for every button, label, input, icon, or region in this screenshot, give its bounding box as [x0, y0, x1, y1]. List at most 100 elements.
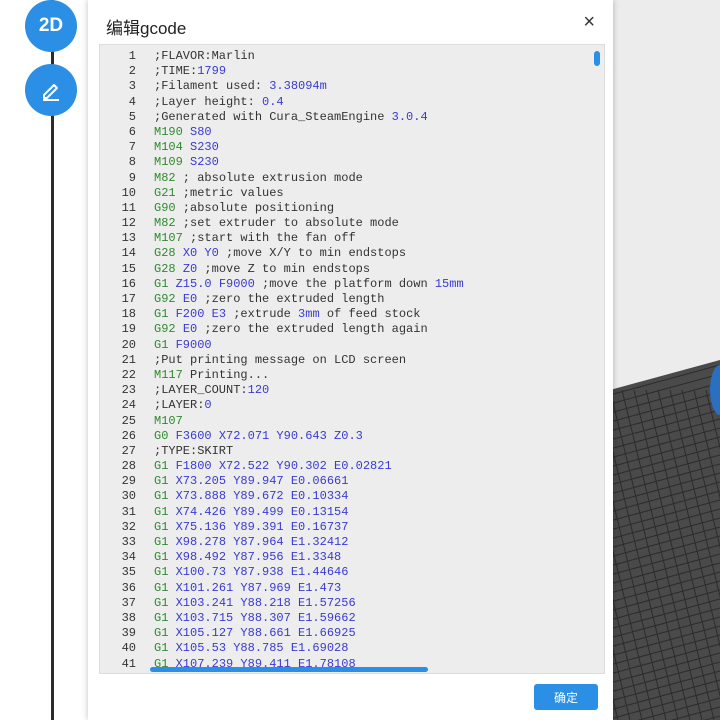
code-text: G1 X105.127 Y88.661 E1.66925	[154, 626, 356, 641]
code-token: ;TYPE:SKIRT	[154, 443, 234, 458]
code-token: M107	[154, 231, 183, 246]
line-number: 25	[121, 413, 136, 428]
code-line[interactable]: 17 G92 E0 ;zero the extruded length	[100, 292, 590, 307]
3d-viewport[interactable]	[610, 0, 720, 720]
code-token: ;Put printing message on LCD screen	[154, 352, 407, 367]
code-text: G1 F200 E3 ;extrude 3mm of feed stock	[154, 307, 420, 322]
code-token: G1	[154, 641, 176, 656]
close-button[interactable]: ×	[583, 11, 595, 34]
code-token: ;absolute positioning	[175, 200, 335, 215]
line-number: 37	[121, 595, 136, 610]
line-number: 10	[121, 185, 136, 200]
code-line[interactable]: 32 G1 X75.136 Y89.391 E0.16737	[100, 520, 590, 535]
edit-gcode-button[interactable]	[25, 64, 77, 116]
code-line[interactable]: 2 ;TIME:1799	[100, 64, 590, 79]
code-line[interactable]: 8 M109 S230	[100, 155, 590, 170]
code-line[interactable]: 18 G1 F200 E3 ;extrude 3mm of feed stock	[100, 307, 590, 322]
code-text: G90 ;absolute positioning	[154, 201, 334, 216]
horizontal-scrollbar[interactable]	[150, 667, 428, 672]
code-line[interactable]: 30 G1 X73.888 Y89.672 E0.10334	[100, 489, 590, 504]
code-line[interactable]: 27 ;TYPE:SKIRT	[100, 444, 590, 459]
code-line[interactable]: 23 ;LAYER_COUNT:120	[100, 383, 590, 398]
line-number: 12	[121, 216, 136, 231]
code-line[interactable]: 15 G28 Z0 ;move Z to min endstops	[100, 262, 590, 277]
code-token: G90	[154, 200, 176, 215]
line-number: 41	[121, 656, 136, 671]
code-line[interactable]: 7 M104 S230	[100, 140, 590, 155]
code-token: ;zero the extruded length	[197, 292, 385, 306]
code-text: M107 ;start with the fan off	[154, 231, 356, 246]
line-number: 34	[121, 550, 136, 565]
line-number: 21	[121, 352, 136, 367]
code-line[interactable]: 19 G92 E0 ;zero the extruded length again	[100, 322, 590, 337]
code-line[interactable]: 26 G0 F3600 X72.071 Y90.643 Z0.3	[100, 429, 590, 444]
line-number: 35	[121, 565, 136, 580]
code-token: of feed stock	[319, 307, 421, 322]
line-number: 11	[121, 200, 136, 215]
code-token: X101.261 Y87.969 E1.473	[175, 580, 342, 595]
code-token: M104	[154, 140, 191, 155]
code-text: M82 ;set extruder to absolute mode	[154, 216, 399, 231]
code-token: Printing...	[182, 367, 270, 382]
code-line[interactable]: 37 G1 X103.241 Y88.218 E1.57256	[100, 596, 590, 611]
code-token: M82	[154, 170, 176, 185]
code-text: G1 X101.261 Y87.969 E1.473	[154, 581, 341, 596]
code-token: ;Filament used:	[154, 79, 270, 94]
code-line[interactable]: 16 G1 Z15.0 F9000 ;move the platform down…	[100, 277, 590, 292]
code-text: G92 E0 ;zero the extruded length again	[154, 322, 428, 337]
vertical-scrollbar[interactable]	[594, 51, 600, 66]
code-line[interactable]: 36 G1 X101.261 Y87.969 E1.473	[100, 581, 590, 596]
code-line[interactable]: 29 G1 X73.205 Y89.947 E0.06661	[100, 474, 590, 489]
code-token: G1	[154, 474, 176, 489]
code-line[interactable]: 21 ;Put printing message on LCD screen	[100, 353, 590, 368]
code-line[interactable]: 1 ;FLAVOR:Marlin	[100, 49, 590, 64]
code-text: G1 X103.241 Y88.218 E1.57256	[154, 596, 356, 611]
ok-button[interactable]: 确定	[534, 684, 598, 710]
line-number: 2	[128, 64, 136, 79]
code-line[interactable]: 39 G1 X105.127 Y88.661 E1.66925	[100, 626, 590, 641]
code-token: F200 E3	[175, 307, 227, 322]
code-line[interactable]: 34 G1 X98.492 Y87.956 E1.3348	[100, 550, 590, 565]
code-line[interactable]: 25 M107	[100, 414, 590, 429]
code-line[interactable]: 24 ;LAYER:0	[100, 398, 590, 413]
code-token: G1	[154, 307, 176, 322]
line-number: 33	[121, 535, 136, 549]
code-token: 3.0.4	[391, 109, 428, 124]
code-lines: 1 ;FLAVOR:Marlin 2 ;TIME:1799 3 ;Filament use…	[100, 49, 590, 672]
code-line[interactable]: 5 ;Generated with Cura_SteamEngine 3.0.4	[100, 110, 590, 125]
code-line[interactable]: 28 G1 F1800 X72.522 Y90.302 E0.02821	[100, 459, 590, 474]
code-line[interactable]: 33 G1 X98.278 Y87.964 E1.32412	[100, 535, 590, 550]
code-line[interactable]: 14 G28 X0 Y0 ;move X/Y to min endstops	[100, 246, 590, 261]
code-line[interactable]: 38 G1 X103.715 Y88.307 E1.59662	[100, 611, 590, 626]
code-token: ;LAYER:	[154, 398, 205, 413]
code-line[interactable]: 22 M117 Printing...	[100, 368, 590, 383]
code-token: G28	[154, 246, 183, 261]
code-line[interactable]: 13 M107 ;start with the fan off	[100, 231, 590, 246]
code-line[interactable]: 3 ;Filament used: 3.38094m	[100, 79, 590, 94]
line-number: 15	[121, 261, 136, 276]
code-line[interactable]: 12 M82 ;set extruder to absolute mode	[100, 216, 590, 231]
line-number: 32	[121, 519, 136, 534]
code-token: G1	[154, 565, 176, 580]
code-token: G1	[154, 550, 176, 565]
line-number: 31	[121, 504, 136, 519]
line-number: 18	[121, 307, 136, 322]
code-line[interactable]: 31 G1 X74.426 Y89.499 E0.13154	[100, 505, 590, 520]
code-line[interactable]: 4 ;Layer height: 0.4	[100, 95, 590, 110]
code-token: Z15.0 F9000	[175, 276, 255, 291]
view-2d-button[interactable]: 2D	[25, 0, 77, 52]
code-token: X105.127 Y88.661 E1.66925	[175, 626, 356, 641]
code-line[interactable]: 9 M82 ; absolute extrusion mode	[100, 171, 590, 186]
code-token: G21	[154, 185, 176, 200]
code-text: G1 F9000	[154, 338, 212, 353]
code-line[interactable]: 20 G1 F9000	[100, 338, 590, 353]
code-token: X103.241 Y88.218 E1.57256	[175, 595, 356, 610]
code-text: ;TIME:1799	[154, 64, 226, 79]
code-line[interactable]: 11 G90 ;absolute positioning	[100, 201, 590, 216]
code-line[interactable]: 6 M190 S80	[100, 125, 590, 140]
gcode-editor[interactable]: 1 ;FLAVOR:Marlin 2 ;TIME:1799 3 ;Filament use…	[99, 44, 605, 674]
code-line[interactable]: 35 G1 X100.73 Y87.938 E1.44646	[100, 565, 590, 580]
code-line[interactable]: 40 G1 X105.53 Y88.785 E1.69028	[100, 641, 590, 656]
code-line[interactable]: 10 G21 ;metric values	[100, 186, 590, 201]
code-text: ;LAYER:0	[154, 398, 212, 413]
